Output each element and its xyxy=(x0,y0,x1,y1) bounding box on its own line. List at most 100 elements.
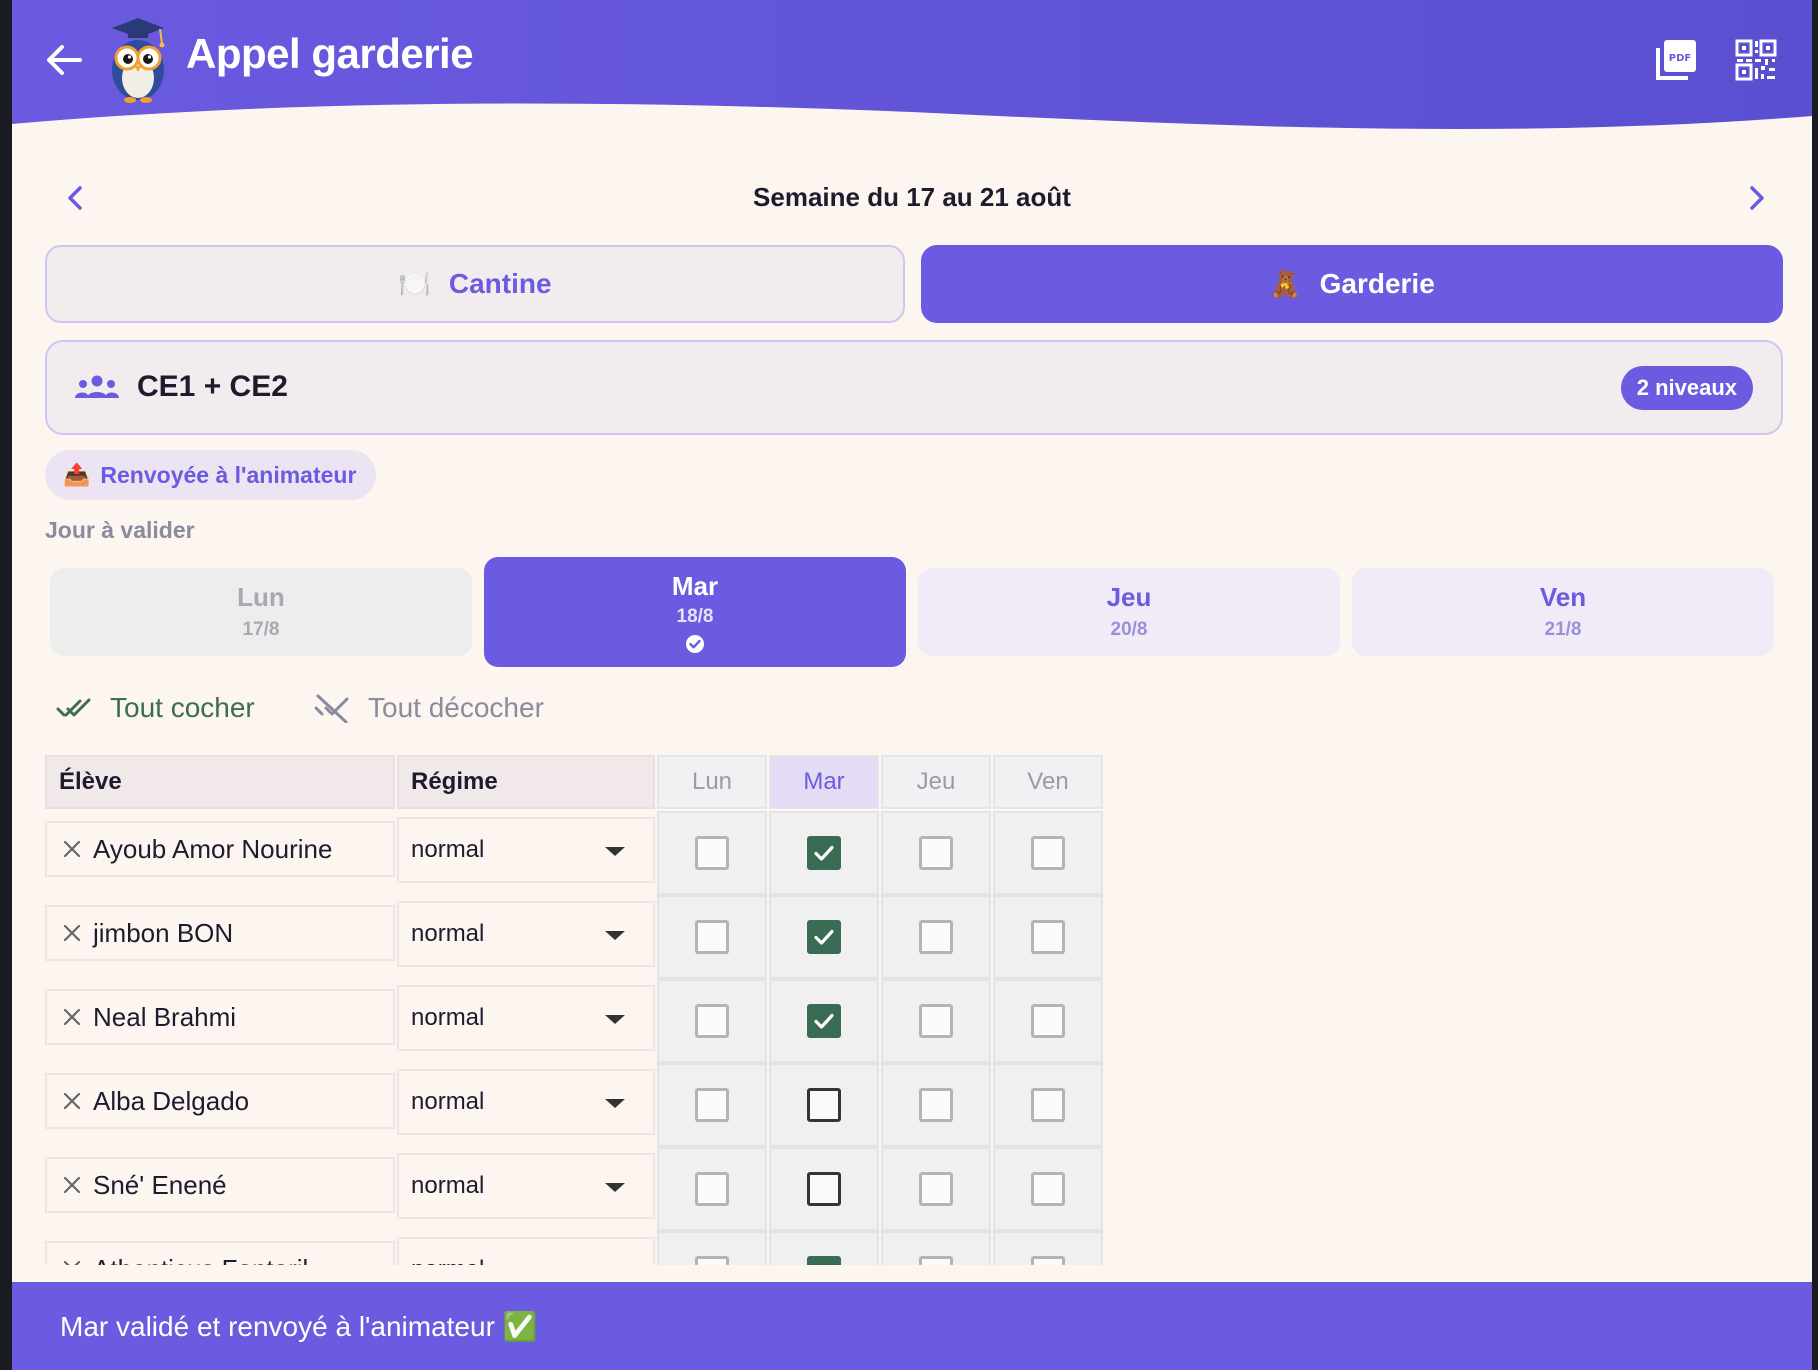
dropdown-caret-icon xyxy=(605,847,625,856)
remove-done-icon xyxy=(314,694,349,723)
attendance-checkbox[interactable] xyxy=(1031,1004,1065,1038)
class-name: CE1 + CE2 xyxy=(137,370,288,403)
remove-student-icon[interactable] xyxy=(61,1006,83,1028)
student-name-cell: Sné' Enené xyxy=(45,1157,395,1213)
service-tab-label: Garderie xyxy=(1319,268,1435,299)
attendance-checkbox[interactable] xyxy=(1031,836,1065,870)
day-name: Jeu xyxy=(1106,582,1152,612)
service-tab-garderie[interactable]: 🧸 Garderie xyxy=(921,245,1783,323)
check-all-button[interactable]: Tout cocher xyxy=(56,688,255,728)
day-date: 17/8 xyxy=(242,619,280,640)
regime-dropdown[interactable]: normal xyxy=(397,1069,655,1135)
regime-dropdown[interactable]: normal xyxy=(397,901,655,967)
back-arrow-icon[interactable] xyxy=(40,36,88,84)
attendance-checkbox[interactable] xyxy=(1031,1088,1065,1122)
attendance-checkbox[interactable] xyxy=(1031,920,1065,954)
regime-value: normal xyxy=(411,920,485,947)
week-label: Semaine du 17 au 21 août xyxy=(753,182,1071,212)
pdf-export-icon[interactable]: PDF xyxy=(1652,36,1700,84)
attendance-checkbox[interactable] xyxy=(695,1256,729,1265)
table-row: Ayoub Amor Nourine normal xyxy=(45,811,1115,895)
attendance-cell-mar xyxy=(769,1063,879,1147)
student-name: Alba Delgado xyxy=(93,1085,250,1116)
column-header-lun: Lun xyxy=(657,755,767,809)
day-button-ven[interactable]: Ven 21/8 xyxy=(1352,568,1774,656)
uncheck-all-label: Tout décocher xyxy=(368,692,544,723)
remove-student-icon[interactable] xyxy=(61,922,83,944)
remove-student-icon[interactable] xyxy=(61,1174,83,1196)
day-button-mar[interactable]: Mar 18/8 xyxy=(484,557,906,667)
remove-student-icon[interactable] xyxy=(61,1258,83,1265)
qr-code-icon[interactable] xyxy=(1732,36,1780,84)
attendance-cell-jeu xyxy=(881,979,991,1063)
attendance-cell-lun xyxy=(657,895,767,979)
column-header-ven: Ven xyxy=(993,755,1103,809)
check-all-label: Tout cocher xyxy=(110,692,255,723)
attendance-checkbox[interactable] xyxy=(919,1172,953,1206)
attendance-checkbox[interactable] xyxy=(695,1004,729,1038)
class-selector[interactable]: CE1 + CE2 2 niveaux xyxy=(45,340,1783,435)
day-date: 18/8 xyxy=(676,606,714,627)
regime-dropdown[interactable]: normal xyxy=(397,985,655,1051)
service-tab-label: Cantine xyxy=(448,268,552,299)
column-header-mar: Mar xyxy=(769,755,879,809)
attendance-cell-jeu xyxy=(881,1231,991,1265)
chevron-right-icon[interactable] xyxy=(1736,178,1776,218)
page-title: Appel garderie xyxy=(186,30,474,77)
regime-dropdown[interactable]: normal xyxy=(397,1153,655,1219)
attendance-checkbox[interactable] xyxy=(807,1004,841,1038)
regime-dropdown[interactable]: normal xyxy=(397,1237,655,1265)
table-row: jimbon BON normal xyxy=(45,895,1115,979)
attendance-cell-ven xyxy=(993,1063,1103,1147)
attendance-checkbox[interactable] xyxy=(807,1256,841,1265)
day-button-lun[interactable]: Lun 17/8 xyxy=(50,568,472,656)
remove-student-icon[interactable] xyxy=(61,838,83,860)
day-section-label: Jour à valider xyxy=(45,517,195,543)
attendance-cell-ven xyxy=(993,895,1103,979)
attendance-cell-lun xyxy=(657,979,767,1063)
remove-student-icon[interactable] xyxy=(61,1090,83,1112)
attendance-checkbox[interactable] xyxy=(919,920,953,954)
attendance-checkbox[interactable] xyxy=(919,1004,953,1038)
attendance-cell-ven xyxy=(993,1147,1103,1231)
attendance-checkbox[interactable] xyxy=(695,920,729,954)
regime-value: normal xyxy=(411,1004,485,1031)
attendance-checkbox[interactable] xyxy=(807,836,841,870)
attendance-checkbox[interactable] xyxy=(695,1088,729,1122)
attendance-cell-mar xyxy=(769,1231,879,1265)
day-name: Lun xyxy=(237,582,285,612)
student-name: Ayoub Amor Nourine xyxy=(93,833,333,864)
attendance-cell-ven xyxy=(993,979,1103,1063)
attendance-checkbox[interactable] xyxy=(1031,1256,1065,1265)
day-button-jeu[interactable]: Jeu 20/8 xyxy=(918,568,1340,656)
attendance-cell-lun xyxy=(657,1147,767,1231)
attendance-checkbox[interactable] xyxy=(919,1256,953,1265)
regime-dropdown[interactable]: normal xyxy=(397,817,655,883)
dropdown-caret-icon xyxy=(605,1183,625,1192)
attendance-checkbox[interactable] xyxy=(807,1172,841,1206)
attendance-checkbox[interactable] xyxy=(695,1172,729,1206)
attendance-cell-jeu xyxy=(881,895,991,979)
attendance-checkbox[interactable] xyxy=(807,920,841,954)
status-label: Renvoyée à l'animateur xyxy=(100,461,357,488)
service-tab-cantine[interactable]: 🍽️ Cantine xyxy=(45,245,905,323)
day-date: 21/8 xyxy=(1544,619,1582,640)
column-header-regime: Régime xyxy=(397,755,655,809)
day-date: 20/8 xyxy=(1110,619,1148,640)
regime-value: normal xyxy=(411,1088,485,1115)
day-name: Ven xyxy=(1539,582,1587,612)
attendance-cell-mar xyxy=(769,1147,879,1231)
attendance-checkbox[interactable] xyxy=(919,1088,953,1122)
attendance-cell-jeu xyxy=(881,811,991,895)
snackbar: Mar validé et renvoyé à l'animateur ✅ xyxy=(12,1282,1812,1370)
student-name-cell: Alba Delgado xyxy=(45,1073,395,1129)
student-name-cell: jimbon BON xyxy=(45,905,395,961)
snackbar-message: Mar validé et renvoyé à l'animateur ✅ xyxy=(60,1310,538,1342)
attendance-checkbox[interactable] xyxy=(919,836,953,870)
attendance-checkbox[interactable] xyxy=(1031,1172,1065,1206)
attendance-checkbox[interactable] xyxy=(807,1088,841,1122)
column-header-jeu: Jeu xyxy=(881,755,991,809)
attendance-table: Élève Régime Lun Mar Jeu Ven Ayoub Amor … xyxy=(45,755,1115,1265)
attendance-checkbox[interactable] xyxy=(695,836,729,870)
uncheck-all-button[interactable]: Tout décocher xyxy=(314,688,544,728)
